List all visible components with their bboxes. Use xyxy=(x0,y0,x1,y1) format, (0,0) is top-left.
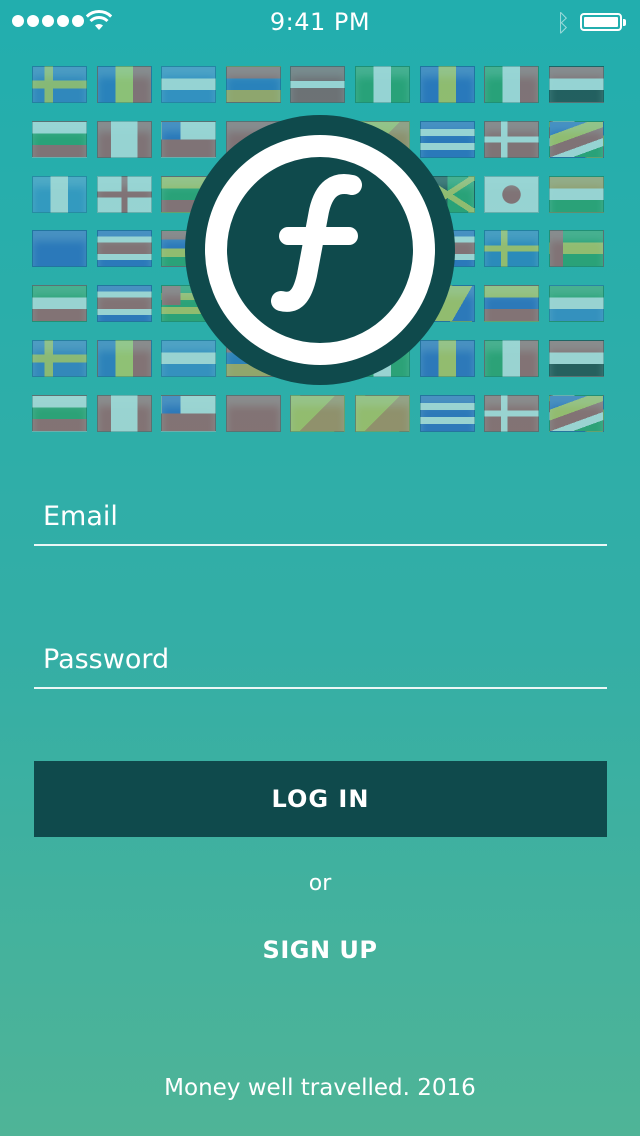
flag-italy xyxy=(484,66,539,103)
flag-canada xyxy=(97,395,152,432)
flag-sweden xyxy=(484,230,539,267)
flag-niger xyxy=(549,176,604,213)
flag-japan xyxy=(484,176,539,213)
flag-el-salvador xyxy=(161,66,216,103)
flag-moldova xyxy=(97,340,152,377)
flag-nigeria xyxy=(355,66,410,103)
footer-tagline: Money well travelled. 2016 xyxy=(164,1075,476,1101)
flag-bulgaria xyxy=(32,121,87,158)
bluetooth-icon: ᛒ xyxy=(556,9,571,37)
flag-moldova xyxy=(97,66,152,103)
flag-aland xyxy=(32,66,87,103)
flag-australia xyxy=(32,230,87,267)
flag-bulgaria xyxy=(32,395,87,432)
email-input[interactable] xyxy=(43,501,593,532)
flag-bhutan xyxy=(290,395,345,432)
flag-latvia xyxy=(290,66,345,103)
password-input[interactable] xyxy=(43,644,593,675)
flag-sierra-leone xyxy=(549,285,604,322)
login-button[interactable]: LOG IN xyxy=(34,761,607,837)
flag-sudan xyxy=(549,66,604,103)
password-field[interactable] xyxy=(34,617,607,689)
status-bar: 9:41 PM ᛒ xyxy=(0,0,640,44)
or-separator: or xyxy=(308,871,332,896)
flag-china xyxy=(226,395,281,432)
battery-level xyxy=(584,17,618,27)
flag-seychelles xyxy=(549,395,604,432)
flag-georgia xyxy=(97,176,152,213)
flag-venezuela xyxy=(484,285,539,322)
flag-bhutan xyxy=(355,395,410,432)
flag-sudan xyxy=(549,340,604,377)
flag-barbados xyxy=(420,66,475,103)
flag-guatemala xyxy=(32,176,87,213)
flag-costa-rica xyxy=(97,285,152,322)
flag-armenia xyxy=(226,66,281,103)
flag-somaliland xyxy=(32,285,87,322)
florin-logo-icon xyxy=(185,115,455,385)
flag-cuba xyxy=(420,395,475,432)
flag-italy xyxy=(484,340,539,377)
email-field[interactable] xyxy=(34,474,607,546)
flag-aland xyxy=(32,340,87,377)
flag-sao-tome xyxy=(549,230,604,267)
battery-icon xyxy=(580,13,626,31)
flag-chile xyxy=(161,395,216,432)
flag-seychelles xyxy=(549,121,604,158)
flag-denmark xyxy=(484,121,539,158)
signup-button[interactable]: SIGN UP xyxy=(220,936,420,964)
flag-canada xyxy=(97,121,152,158)
flag-denmark xyxy=(484,395,539,432)
flag-costa-rica xyxy=(97,230,152,267)
status-time: 9:41 PM xyxy=(269,8,371,36)
